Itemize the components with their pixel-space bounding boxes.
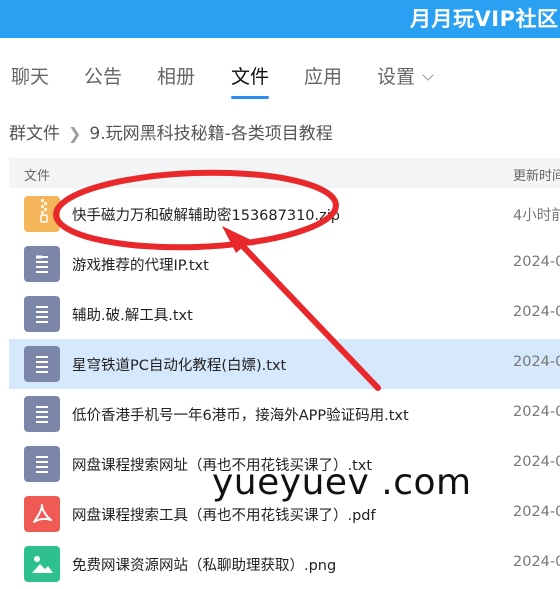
text-file-icon: [24, 446, 60, 482]
file-name: 快手磁力万和破解辅助密153687310.zip: [72, 208, 340, 224]
file-name: 游戏推荐的代理IP.txt: [72, 258, 209, 274]
text-file-icon: [24, 246, 60, 282]
file-time: 4小时前: [513, 208, 560, 224]
text-file-icon: [24, 296, 60, 332]
file-name: 免费网课资源网站（私聊助理获取）.png: [72, 558, 337, 574]
breadcrumb: 群文件 ❯ 9.玩网黑科技秘籍-各类项目教程: [9, 119, 333, 144]
file-name: 网盘课程搜索工具（再也不用花钱买课了）.pdf: [72, 508, 376, 524]
watermark-text: yueyuev .com: [212, 462, 472, 503]
breadcrumb-root[interactable]: 群文件: [9, 124, 60, 144]
file-row[interactable]: 游戏推荐的代理IP.txt 2024-0: [9, 239, 560, 289]
file-time: 2024-0: [513, 304, 560, 320]
top-bar: 月月玩VIP社区: [0, 0, 560, 38]
active-tab-indicator: [231, 96, 269, 99]
tab-settings-label: 设置: [377, 66, 416, 88]
tab-announcements[interactable]: 公告: [84, 62, 122, 89]
file-time: 2024-0: [513, 354, 560, 370]
text-file-icon: [24, 346, 60, 382]
file-name: 星穹铁道PC自动化教程(白嫖).txt: [72, 358, 287, 374]
breadcrumb-current-folder: 9.玩网黑科技秘籍-各类项目教程: [89, 124, 333, 144]
file-time: 2024-0: [513, 504, 560, 520]
file-time: 2024-0: [513, 454, 560, 470]
file-time: 2024-0: [513, 554, 560, 570]
image-file-icon: [24, 546, 60, 582]
column-header-name[interactable]: 文件: [24, 165, 50, 184]
text-file-icon: [24, 396, 60, 432]
tab-chat[interactable]: 聊天: [11, 62, 49, 89]
tab-settings[interactable]: 设置: [377, 62, 434, 89]
file-row[interactable]: 辅助.破.解工具.txt 2024-0: [9, 289, 560, 339]
file-row[interactable]: 免费网课资源网站（私聊助理获取）.png 2024-0: [9, 539, 560, 589]
tab-apps[interactable]: 应用: [304, 62, 342, 89]
chevron-right-icon: ❯: [68, 124, 82, 143]
tab-album[interactable]: 相册: [157, 62, 195, 89]
file-time: 2024-0: [513, 404, 560, 420]
app-title: 月月玩VIP社区: [410, 7, 559, 31]
file-name: 辅助.破.解工具.txt: [72, 308, 193, 324]
file-time: 2024-0: [513, 254, 560, 270]
pdf-file-icon: [24, 496, 60, 532]
file-name: 低价香港手机号一年6港币，接海外APP验证码用.txt: [72, 408, 409, 424]
file-row[interactable]: 低价香港手机号一年6港币，接海外APP验证码用.txt 2024-0: [9, 389, 560, 439]
file-row-selected[interactable]: 星穹铁道PC自动化教程(白嫖).txt 2024-0: [9, 339, 560, 389]
tab-files[interactable]: 文件: [231, 62, 269, 89]
column-header-time[interactable]: 更新时间: [513, 165, 560, 184]
zip-file-icon: [24, 196, 60, 232]
file-list-header: 文件 更新时间: [9, 158, 560, 188]
chevron-down-icon: [422, 69, 434, 81]
file-row[interactable]: 快手磁力万和破解辅助密153687310.zip 4小时前: [9, 189, 560, 239]
tab-bar: 聊天 公告 相册 文件 应用 设置: [0, 50, 560, 102]
